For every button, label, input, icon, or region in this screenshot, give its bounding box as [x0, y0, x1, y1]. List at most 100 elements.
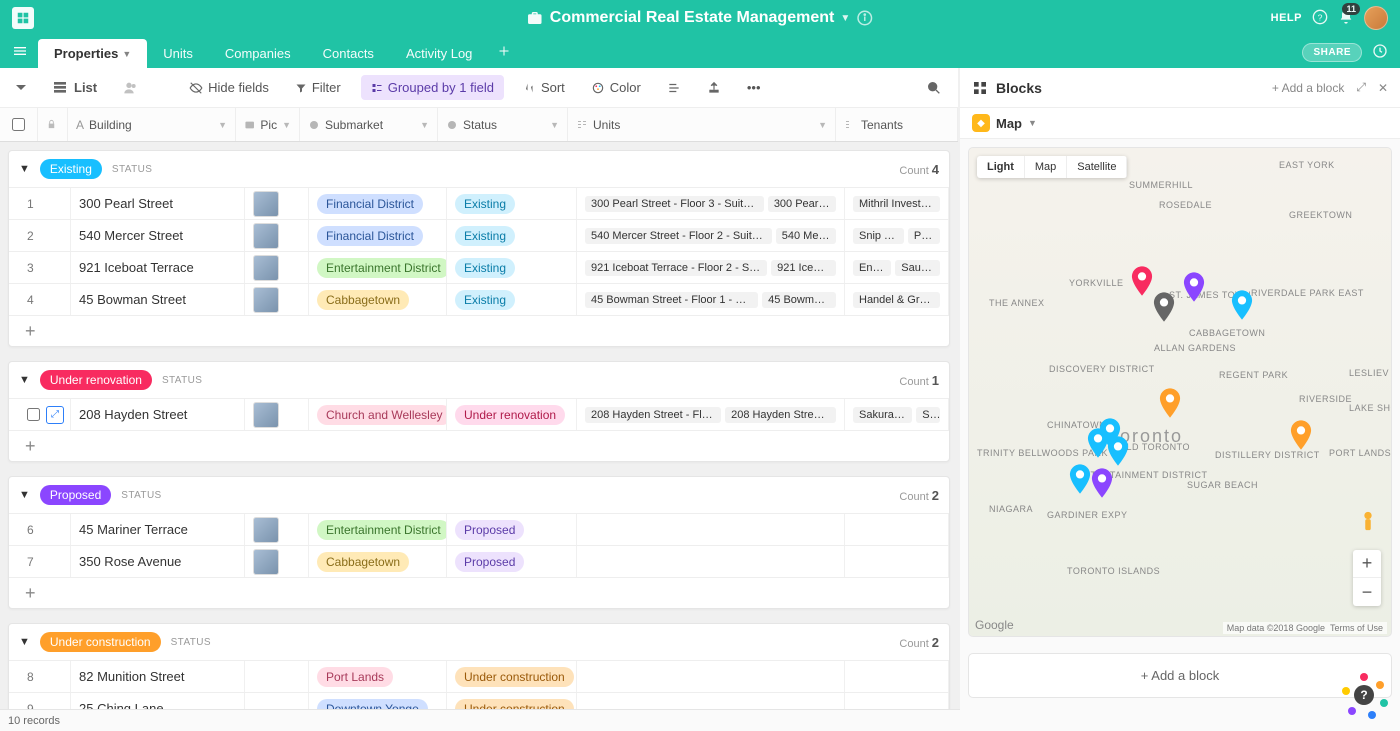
collapse-group-button[interactable]: ▼ [19, 374, 30, 386]
table-row[interactable]: 7 350 Rose Avenue Cabbagetown Proposed [9, 545, 949, 577]
cell-units[interactable] [577, 661, 845, 692]
row-height-button[interactable] [661, 77, 687, 99]
tab-contacts[interactable]: Contacts [307, 39, 390, 68]
layer-light[interactable]: Light [977, 156, 1025, 178]
cell-submarket[interactable]: Cabbagetown [309, 546, 447, 577]
thumbnail[interactable] [253, 223, 279, 249]
thumbnail[interactable] [253, 402, 279, 428]
collapse-group-button[interactable]: ▼ [19, 636, 30, 648]
cell-submarket[interactable]: Entertainment District [309, 514, 447, 545]
table-row[interactable]: 8 82 Munition Street Port Lands Under co… [9, 660, 949, 692]
cell-units[interactable]: 540 Mercer Street - Floor 2 - Suite 2025… [577, 220, 845, 251]
help-bubble[interactable]: ? [1342, 673, 1386, 717]
table-row[interactable]: 6 45 Mariner Terrace Entertainment Distr… [9, 513, 949, 545]
map-pin[interactable] [1107, 436, 1129, 466]
cell-tenants[interactable]: Sakura HotelSai [845, 399, 949, 430]
view-switcher[interactable]: List [46, 76, 103, 100]
row-index[interactable]: 2 [9, 220, 71, 251]
cell-tenants[interactable] [845, 546, 949, 577]
close-icon[interactable]: ✕ [1378, 81, 1388, 95]
help-link[interactable]: HELP [1271, 12, 1302, 24]
cell-pic[interactable] [245, 546, 309, 577]
row-index[interactable]: ⤢ [9, 399, 71, 430]
layer-satellite[interactable]: Satellite [1067, 156, 1127, 178]
unit-chip[interactable]: 300 Pearl St [768, 196, 836, 212]
cell-status[interactable]: Existing [447, 252, 577, 283]
add-table-button[interactable] [488, 39, 520, 66]
thumbnail[interactable] [253, 255, 279, 281]
tab-units[interactable]: Units [147, 39, 209, 68]
tab-companies[interactable]: Companies [209, 39, 307, 68]
tenant-chip[interactable]: Press [908, 228, 940, 244]
tenant-chip[interactable]: Handel & Gretel P [853, 292, 940, 308]
table-row[interactable]: 4 45 Bowman Street Cabbagetown Existing … [9, 283, 949, 315]
cell-status[interactable]: Under renovation [447, 399, 577, 430]
history-icon[interactable] [1372, 43, 1388, 62]
cell-status[interactable]: Proposed [447, 546, 577, 577]
row-index[interactable]: 7 [9, 546, 71, 577]
cell-pic[interactable] [245, 284, 309, 315]
cell-building[interactable]: 82 Munition Street [71, 661, 245, 692]
map-pin[interactable] [1069, 464, 1091, 494]
unit-chip[interactable]: 208 Hayden Street - Floor 3 [585, 407, 721, 423]
map-pin[interactable] [1087, 428, 1109, 458]
unit-chip[interactable]: 921 Iceboat [771, 260, 836, 276]
more-options-button[interactable]: ••• [741, 76, 767, 99]
table-row[interactable]: ⤢ 208 Hayden Street Church and Wellesley… [9, 398, 949, 430]
cell-units[interactable] [577, 546, 845, 577]
map-pin[interactable] [1290, 420, 1312, 450]
add-row-button[interactable]: + [9, 430, 949, 461]
cell-tenants[interactable]: Handel & Gretel P [845, 284, 949, 315]
layer-map[interactable]: Map [1025, 156, 1067, 178]
select-all-checkbox[interactable] [0, 108, 38, 141]
collapse-group-button[interactable]: ▼ [19, 163, 30, 175]
map-block-header[interactable]: ◆ Map ▼ [960, 108, 1400, 139]
cell-tenants[interactable]: EnnWeSaurus F [845, 252, 949, 283]
row-index[interactable]: 8 [9, 661, 71, 692]
tenant-chip[interactable]: EnnWe [853, 260, 891, 276]
unit-chip[interactable]: 45 Bowman S [762, 292, 836, 308]
cell-building[interactable]: 45 Mariner Terrace [71, 514, 245, 545]
tenant-chip[interactable]: Snip Tease [853, 228, 904, 244]
row-index[interactable]: 3 [9, 252, 71, 283]
table-row[interactable]: 1 300 Pearl Street Financial District Ex… [9, 187, 949, 219]
table-row[interactable]: 2 540 Mercer Street Financial District E… [9, 219, 949, 251]
cell-tenants[interactable] [845, 661, 949, 692]
unit-chip[interactable]: 300 Pearl Street - Floor 3 - Suite 302 [585, 196, 764, 212]
group-button[interactable]: Grouped by 1 field [361, 75, 504, 100]
add-row-button[interactable]: + [9, 577, 949, 608]
cell-building[interactable]: 540 Mercer Street [71, 220, 245, 251]
cell-building[interactable]: 208 Hayden Street [71, 399, 245, 430]
cell-building[interactable]: 350 Rose Avenue [71, 546, 245, 577]
map-pin[interactable] [1131, 266, 1153, 296]
tenant-chip[interactable]: Sai [916, 407, 940, 423]
cell-tenants[interactable]: Mithril Investment [845, 188, 949, 219]
user-avatar[interactable] [1364, 6, 1388, 30]
table-row[interactable]: 3 921 Iceboat Terrace Entertainment Dist… [9, 251, 949, 283]
tenant-chip[interactable]: Sakura Hotel [853, 407, 912, 423]
column-units[interactable]: Units▼ [568, 108, 836, 141]
unit-chip[interactable]: 540 Mercer Street - Floor 2 - Suite 202 [585, 228, 772, 244]
column-submarket[interactable]: Submarket▼ [300, 108, 438, 141]
row-index[interactable]: 4 [9, 284, 71, 315]
expand-icon[interactable]: ⤢ [1356, 80, 1366, 95]
search-button[interactable] [920, 76, 948, 100]
add-block-card[interactable]: + Add a block [968, 653, 1392, 698]
base-title[interactable]: Commercial Real Estate Management ▼ [526, 9, 874, 27]
tenant-chip[interactable]: Saurus F [895, 260, 940, 276]
share-view-button[interactable] [701, 77, 727, 99]
tab-activity-log[interactable]: Activity Log [390, 39, 488, 68]
unit-chip[interactable]: 921 Iceboat Terrace - Floor 2 - Suite 4 [585, 260, 767, 276]
views-menu-toggle[interactable] [10, 79, 32, 97]
cell-units[interactable]: 921 Iceboat Terrace - Floor 2 - Suite 49… [577, 252, 845, 283]
cell-status[interactable]: Existing [447, 220, 577, 251]
cell-pic[interactable] [245, 399, 309, 430]
thumbnail[interactable] [253, 191, 279, 217]
app-logo[interactable] [12, 7, 34, 29]
cell-units[interactable] [577, 514, 845, 545]
help-icon[interactable]: ? [1312, 9, 1328, 28]
sort-button[interactable]: Sort [518, 76, 571, 99]
cell-submarket[interactable]: Port Lands [309, 661, 447, 692]
zoom-out-button[interactable]: − [1353, 578, 1381, 606]
map-pin[interactable] [1091, 468, 1113, 498]
